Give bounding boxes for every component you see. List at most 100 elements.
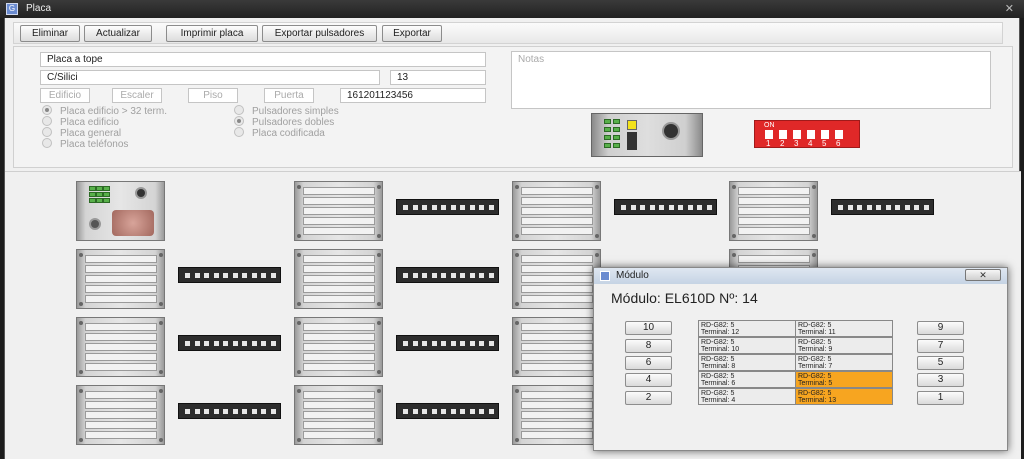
led (89, 198, 96, 203)
screw (732, 185, 736, 189)
dip-switch-block[interactable] (178, 403, 281, 419)
dip-switch-block[interactable] (396, 199, 499, 215)
dip-switch-block[interactable] (614, 199, 717, 215)
module-button-8[interactable]: 8 (625, 339, 672, 353)
terminal-cell-line1: RD-G82: 5 (701, 390, 735, 397)
module-button-1[interactable]: 1 (917, 391, 964, 405)
dip-switch-block[interactable] (178, 267, 281, 283)
code-field[interactable]: 161201123456 (340, 88, 486, 103)
push-button (521, 285, 593, 293)
led (103, 186, 110, 191)
print-plate-button[interactable]: Imprimir placa (166, 25, 258, 42)
module-button-7[interactable]: 7 (917, 339, 964, 353)
button-module[interactable] (76, 249, 165, 309)
intercom-module[interactable] (76, 181, 165, 241)
dip-switch-block[interactable] (831, 199, 934, 215)
button-module[interactable] (294, 249, 383, 309)
push-button (521, 401, 593, 409)
delete-button[interactable]: Eliminar (20, 25, 80, 42)
terminal-cell[interactable]: RD-G82: 5 Terminal: 9 (795, 337, 893, 354)
terminal-cell-line2: Terminal: 4 (701, 397, 736, 404)
module-button-6[interactable]: 6 (625, 356, 672, 370)
button-module[interactable] (294, 385, 383, 445)
terminal-cell[interactable]: RD-G82: 5 Terminal: 13 (795, 388, 893, 405)
module-button-3[interactable]: 3 (917, 373, 964, 387)
dip-key (479, 341, 484, 346)
app-icon: G (6, 3, 18, 15)
button-module[interactable] (512, 181, 601, 241)
radio-placa-telefonos[interactable]: Placa teléfonos (42, 138, 128, 151)
dip-switch-block[interactable] (178, 335, 281, 351)
screw (377, 234, 381, 238)
push-button (85, 265, 157, 273)
push-button (85, 411, 157, 419)
push-button (303, 255, 375, 263)
button-module[interactable] (294, 317, 383, 377)
dip-key (621, 205, 626, 210)
button-module[interactable] (76, 385, 165, 445)
push-button (738, 217, 810, 225)
dip-switch-block[interactable] (396, 267, 499, 283)
screw (79, 389, 83, 393)
terminal-cell[interactable]: RD-G82: 5 Terminal: 11 (795, 320, 893, 337)
terminal-cell-line2: Terminal: 11 (798, 329, 836, 336)
screw (595, 185, 599, 189)
street-field[interactable]: C/Silici (40, 70, 380, 85)
terminal-cell[interactable]: RD-G82: 5 Terminal: 12 (698, 320, 796, 337)
dip-key (706, 205, 712, 210)
dip-switch-block[interactable] (396, 335, 499, 351)
dip-number: 4 (808, 139, 813, 148)
piso-field[interactable]: Piso (188, 88, 238, 103)
screw (297, 321, 301, 325)
terminal-cell[interactable]: RD-G82: 5 Terminal: 8 (698, 354, 796, 371)
led (89, 192, 96, 197)
module-button-2[interactable]: 2 (625, 391, 672, 405)
terminal-cell[interactable]: RD-G82: 5 Terminal: 5 (795, 371, 893, 388)
terminal-cell[interactable]: RD-G82: 5 Terminal: 6 (698, 371, 796, 388)
button-module[interactable] (294, 181, 383, 241)
dip-key (213, 341, 219, 346)
module-button-10[interactable]: 10 (625, 321, 672, 335)
radio-dot (234, 105, 244, 116)
dip-switch-block[interactable] (396, 403, 499, 419)
push-button (303, 197, 375, 205)
escaler-field[interactable]: Escaler (112, 88, 162, 103)
dialog-close-button[interactable]: ✕ (965, 269, 1001, 281)
button-module[interactable] (729, 181, 818, 241)
push-button (85, 431, 157, 439)
puerta-field[interactable]: Puerta (264, 88, 314, 103)
push-button (521, 227, 593, 235)
button-module[interactable] (512, 317, 601, 377)
radio-placa-codificada[interactable]: Placa codificada (234, 127, 325, 140)
terminal-cell[interactable]: RD-G82: 5 Terminal: 4 (698, 388, 796, 405)
push-button (85, 363, 157, 371)
window-close-icon[interactable]: ✕ (1005, 2, 1014, 15)
plate-type-field[interactable]: Placa a tope (40, 52, 486, 67)
dip-key (261, 409, 266, 414)
terminal-cell[interactable]: RD-G82: 5 Terminal: 7 (795, 354, 893, 371)
window-title: Placa (26, 3, 52, 14)
number-field[interactable]: 13 (390, 70, 486, 85)
module-button-9[interactable]: 9 (917, 321, 964, 335)
screw (159, 389, 163, 393)
export-button[interactable]: Exportar (382, 25, 442, 42)
dip-key (488, 273, 494, 278)
edificio-field[interactable]: Edificio (40, 88, 90, 103)
notes-field[interactable]: Notas (511, 51, 991, 109)
module-button-5[interactable]: 5 (917, 356, 964, 370)
push-button (738, 207, 810, 215)
push-button (303, 421, 375, 429)
module-button-4[interactable]: 4 (625, 373, 672, 387)
dip-key (204, 273, 209, 278)
terminal-cell-line2: Terminal: 7 (798, 363, 833, 370)
export-buttons-button[interactable]: Exportar pulsadores (262, 25, 377, 42)
led (96, 198, 103, 203)
refresh-button[interactable]: Actualizar (84, 25, 152, 42)
radio-dot (42, 116, 52, 127)
screw (377, 321, 381, 325)
push-button (303, 227, 375, 235)
button-module[interactable] (76, 317, 165, 377)
button-module[interactable] (512, 249, 601, 309)
button-module[interactable] (512, 385, 601, 445)
terminal-cell[interactable]: RD-G82: 5 Terminal: 10 (698, 337, 796, 354)
